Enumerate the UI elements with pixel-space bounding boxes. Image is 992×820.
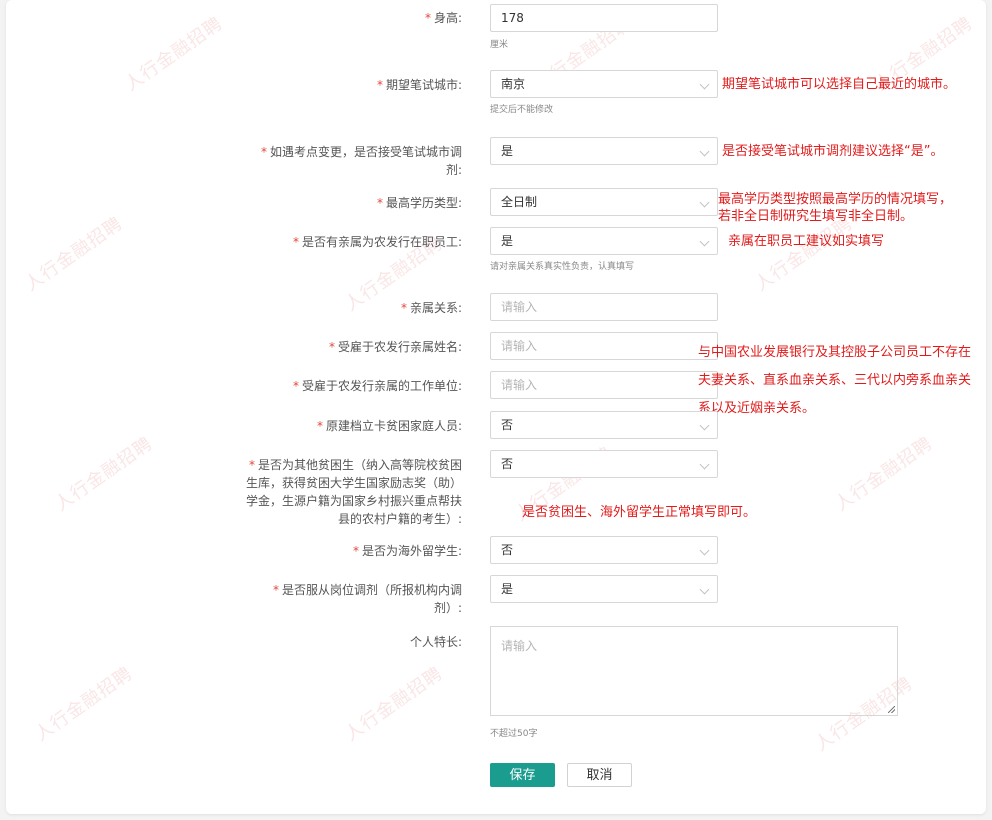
relative-name-input[interactable]: 请输入 [490, 332, 718, 360]
overseas-select[interactable]: 否 [490, 536, 718, 564]
specialty-textarea[interactable]: 请输入 [490, 626, 898, 716]
specialty-hint: 不超过50字 [490, 729, 538, 739]
exam-city-select[interactable]: 南京 [490, 70, 718, 98]
accept-adjust-label: * 如遇考点变更，是否接受笔试城市调 剂: [260, 145, 462, 177]
note-poor: 是否贫困生、海外留学生正常填写即可。 [522, 505, 757, 520]
edu-type-label: * 最高学历类型: [376, 196, 462, 210]
watermark: 人行金融招聘 [51, 432, 157, 516]
other-poor-label: * 是否为其他贫困生（纳入高等院校贫困 生库，获得贫困大学生国家励志奖（助） 学金，生… [245, 458, 462, 526]
chevron-down-icon [699, 146, 710, 157]
relative-employee-label: * 是否有亲属为农发行在职员工: [292, 235, 462, 249]
relation-label: * 亲属关系: [400, 301, 462, 315]
height-label: * 身高: [424, 11, 462, 25]
watermark: 人行金融招聘 [31, 662, 137, 746]
relative-name-label: * 受雇于农发行亲属姓名: [328, 340, 462, 354]
exam-city-hint: 提交后不能修改 [490, 105, 554, 115]
height-input[interactable]: 178 [490, 4, 718, 32]
chevron-down-icon [699, 584, 710, 595]
form-card: 人行金融招聘 人行金融招聘 人行金融招聘 人行金融招聘 人行金融招聘 人行金融招… [6, 0, 986, 814]
note-adjust: 是否接受笔试城市调剂建议选择“是”。 [722, 144, 944, 159]
poverty-family-select[interactable]: 否 [490, 411, 718, 439]
note-relation: 与中国农业发展银行及其控股子公司员工不存在 夫妻关系、直系血亲关系、三代以内旁系血… [698, 345, 972, 416]
poverty-family-label: * 原建档立卡贫困家庭人员: [316, 419, 462, 433]
obey-adjust-select[interactable]: 是 [490, 575, 718, 603]
chevron-down-icon [699, 197, 710, 208]
watermark: 人行金融招聘 [21, 212, 127, 296]
watermark: 人行金融招聘 [341, 662, 447, 746]
chevron-down-icon [699, 79, 710, 90]
accept-adjust-select[interactable]: 是 [490, 137, 718, 165]
chevron-down-icon [699, 236, 710, 247]
chevron-down-icon [699, 545, 710, 556]
cancel-button[interactable]: 取消 [567, 763, 632, 787]
overseas-label: * 是否为海外留学生: [352, 544, 462, 558]
note-edu: 最高学历类型按照最高学历的情况填写， 若非全日制研究生填写非全日制。 [718, 192, 953, 224]
edu-type-select[interactable]: 全日制 [490, 188, 718, 216]
relative-employee-select[interactable]: 是 [490, 227, 718, 255]
chevron-down-icon [699, 459, 710, 470]
other-poor-select[interactable]: 否 [490, 450, 718, 478]
relative-employee-hint: 请对亲属关系真实性负责，认真填写 [490, 262, 635, 272]
note-relative: 亲属在职员工建议如实填写 [728, 234, 885, 249]
relative-unit-label: * 受雇于农发行亲属的工作单位: [292, 379, 462, 393]
obey-adjust-label: * 是否服从岗位调剂（所报机构内调 剂）: [272, 583, 462, 615]
relative-unit-input[interactable]: 请输入 [490, 371, 718, 399]
note-city: 期望笔试城市可以选择自己最近的城市。 [722, 77, 957, 92]
height-hint: 厘米 [490, 40, 509, 50]
relation-input[interactable]: 请输入 [490, 293, 718, 321]
save-button[interactable]: 保存 [490, 763, 555, 787]
specialty-label: 个人特长: [409, 635, 462, 649]
resize-handle-icon[interactable] [888, 706, 895, 713]
exam-city-label: * 期望笔试城市: [376, 78, 462, 92]
watermark: 人行金融招聘 [831, 432, 937, 516]
chevron-down-icon [699, 420, 710, 431]
